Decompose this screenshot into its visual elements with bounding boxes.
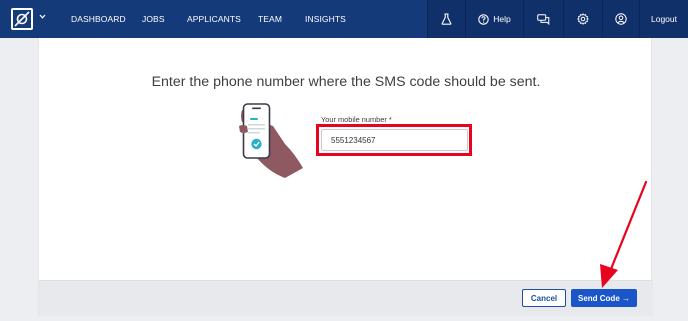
phone-in-hand-illustration (239, 103, 303, 178)
labs-button[interactable] (427, 0, 465, 38)
nav-team[interactable]: TEAM (258, 0, 282, 38)
messages-button[interactable] (523, 0, 563, 38)
logo-icon[interactable] (11, 8, 33, 30)
send-code-button[interactable]: Send Code → (571, 289, 637, 307)
chevron-down-icon[interactable] (39, 14, 46, 19)
settings-button[interactable] (563, 0, 602, 38)
phone-field-label: Your mobile number * (321, 115, 392, 124)
top-navigation-bar: DASHBOARD JOBS APPLICANTS TEAM INSIGHTS … (0, 0, 688, 38)
nav-insights[interactable]: INSIGHTS (305, 0, 346, 38)
user-circle-icon (615, 13, 627, 25)
phone-number-input[interactable] (321, 129, 468, 151)
profile-button[interactable] (602, 0, 639, 38)
gear-icon (577, 13, 589, 25)
chat-bubbles-icon (537, 13, 550, 25)
nav-jobs[interactable]: JOBS (142, 0, 165, 38)
page-heading: Enter the phone number where the SMS cod… (151, 74, 541, 90)
cancel-button[interactable]: Cancel (522, 289, 566, 307)
help-label: Help (493, 14, 511, 24)
nav-applicants[interactable]: APPLICANTS (187, 0, 241, 38)
nav-dashboard[interactable]: DASHBOARD (71, 0, 126, 38)
logout-label: Logout (651, 14, 677, 24)
sms-verification-card: Enter the phone number where the SMS cod… (38, 38, 653, 316)
card-footer: Cancel Send Code → (39, 280, 653, 316)
logout-button[interactable]: Logout (639, 0, 688, 38)
help-circle-icon (478, 13, 489, 25)
help-button[interactable]: Help (465, 0, 523, 38)
flask-icon (441, 13, 452, 25)
